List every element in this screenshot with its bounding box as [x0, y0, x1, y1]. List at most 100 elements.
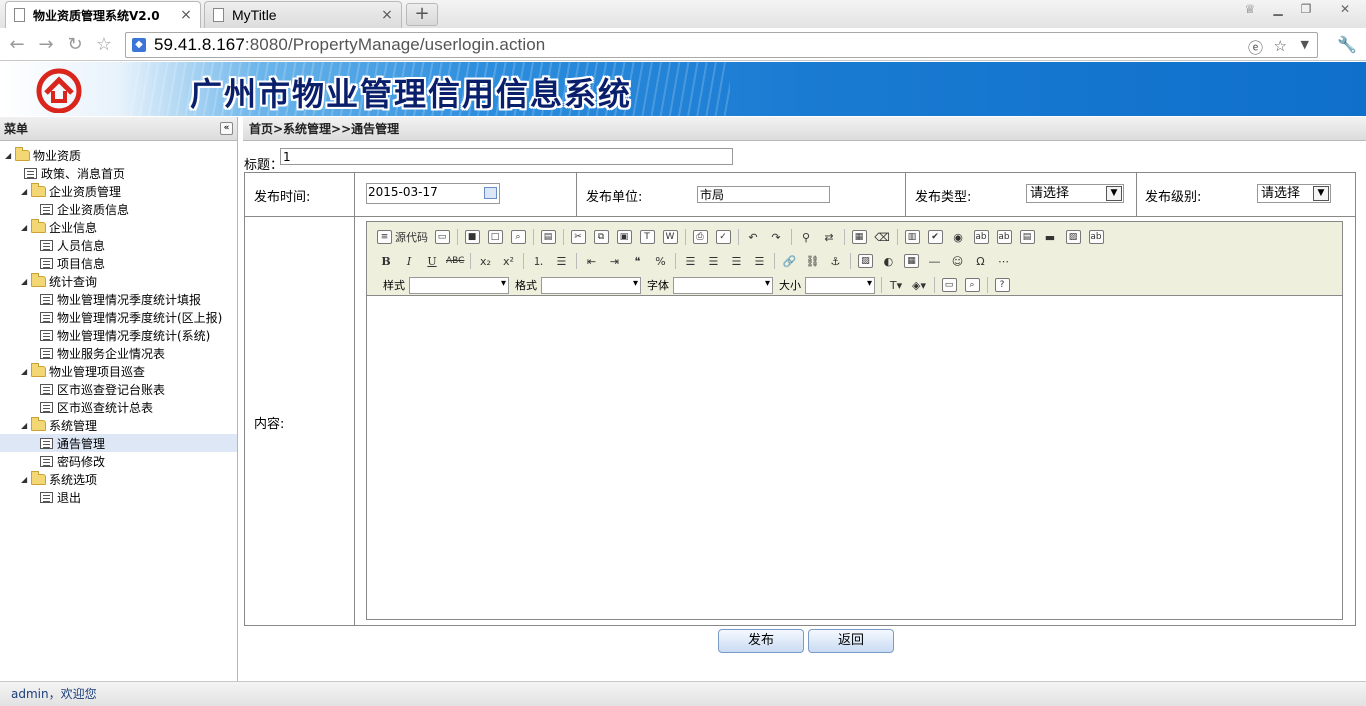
reload-icon[interactable]: ↻: [64, 34, 86, 56]
tree-item[interactable]: 通告管理: [0, 434, 237, 452]
expand-arrow-icon[interactable]: ◢: [21, 277, 31, 286]
page-break-icon[interactable]: ⋯: [994, 252, 1012, 270]
bullet-list-icon[interactable]: ☰: [552, 252, 570, 270]
tab-active[interactable]: 物业资质管理系统V2.0 ×: [5, 1, 201, 28]
size-select[interactable]: [805, 276, 875, 294]
new-tab-button[interactable]: +: [406, 3, 438, 26]
indent-icon[interactable]: ⇥: [605, 252, 623, 270]
expand-arrow-icon[interactable]: ◢: [21, 421, 31, 430]
tree-item[interactable]: 区市巡查登记台账表: [0, 380, 237, 398]
calendar-icon[interactable]: [484, 187, 497, 199]
tree-item[interactable]: 物业管理情况季度统计(系统): [0, 326, 237, 344]
collapse-icon[interactable]: «: [220, 122, 233, 135]
outdent-icon[interactable]: ⇤: [582, 252, 600, 270]
blockquote-icon[interactable]: ❝: [628, 252, 646, 270]
hidden-field-icon[interactable]: ab: [1087, 228, 1105, 246]
back-button[interactable]: 返回: [808, 629, 894, 653]
wrench-icon[interactable]: 🔧: [1332, 34, 1362, 56]
title-input[interactable]: [280, 148, 733, 165]
tree-item[interactable]: 人员信息: [0, 236, 237, 254]
paste-icon[interactable]: ▣: [615, 228, 633, 246]
button-field-icon[interactable]: ▬: [1041, 228, 1059, 246]
font-select[interactable]: [673, 276, 773, 294]
text-color-icon[interactable]: T▾: [887, 276, 905, 294]
select-all-icon[interactable]: ▦: [850, 228, 868, 246]
publish-level-select[interactable]: 请选择 ▼: [1257, 184, 1331, 203]
underline-icon[interactable]: U: [423, 252, 441, 270]
tree-item[interactable]: 物业服务企业情况表: [0, 344, 237, 362]
div-icon[interactable]: %: [651, 252, 669, 270]
show-blocks-icon[interactable]: ⌕: [963, 276, 981, 294]
expand-arrow-icon[interactable]: ◢: [21, 367, 31, 376]
checkbox-icon[interactable]: ✔: [926, 228, 944, 246]
maximize-icon[interactable]: ▭: [940, 276, 958, 294]
restore-icon[interactable]: ❐: [1296, 2, 1316, 18]
tree-item[interactable]: 密码修改: [0, 452, 237, 470]
dropdown-icon[interactable]: ▼: [1301, 38, 1309, 51]
template-icon[interactable]: ▭: [433, 228, 451, 246]
tree-folder[interactable]: ◢ 物业资质: [0, 146, 237, 164]
replace-icon[interactable]: ⇄: [820, 228, 838, 246]
close-icon[interactable]: ×: [180, 7, 192, 23]
strike-icon[interactable]: ABC: [446, 252, 464, 270]
align-center-icon[interactable]: ☰: [704, 252, 722, 270]
anchor-icon[interactable]: ⚓: [826, 252, 844, 270]
preview-icon[interactable]: ⌕: [509, 228, 527, 246]
justify-icon[interactable]: ☰: [750, 252, 768, 270]
back-icon[interactable]: ←: [6, 34, 28, 56]
spellcheck-icon[interactable]: ✓: [714, 228, 732, 246]
print-icon[interactable]: ⎙: [691, 228, 709, 246]
help-icon[interactable]: ?: [993, 276, 1011, 294]
publish-unit-input[interactable]: [697, 186, 830, 203]
table-icon[interactable]: ▦: [902, 252, 920, 270]
subscript-icon[interactable]: x₂: [476, 252, 494, 270]
textfield-icon[interactable]: ab: [972, 228, 990, 246]
templates-icon[interactable]: ▤: [539, 228, 557, 246]
tree-folder[interactable]: ◢ 企业信息: [0, 218, 237, 236]
tree-folder[interactable]: ◢ 系统管理: [0, 416, 237, 434]
minimize-icon[interactable]: ▁: [1268, 2, 1288, 18]
textarea-icon[interactable]: ab: [995, 228, 1013, 246]
expand-arrow-icon[interactable]: ◢: [21, 475, 31, 484]
paste-text-icon[interactable]: T: [638, 228, 656, 246]
bg-color-icon[interactable]: ◈▾: [910, 276, 928, 294]
paste-word-icon[interactable]: W: [661, 228, 679, 246]
find-icon[interactable]: ⚲: [797, 228, 815, 246]
star-icon[interactable]: ☆: [93, 34, 115, 56]
cut-icon[interactable]: ✂: [569, 228, 587, 246]
tab-inactive[interactable]: MyTitle ×: [204, 1, 402, 28]
italic-icon[interactable]: I: [400, 252, 418, 270]
image-button-icon[interactable]: ▨: [1064, 228, 1082, 246]
tree-folder[interactable]: ◢ 系统选项: [0, 470, 237, 488]
remove-format-icon[interactable]: ⌫: [873, 228, 891, 246]
ordered-list-icon[interactable]: ⒈: [529, 252, 547, 270]
flash-icon[interactable]: ◐: [879, 252, 897, 270]
window-close-icon[interactable]: ✕: [1330, 2, 1360, 18]
unlink-icon[interactable]: ⛓: [803, 252, 821, 270]
superscript-icon[interactable]: x²: [499, 252, 517, 270]
form-icon[interactable]: ▥: [903, 228, 921, 246]
radio-icon[interactable]: ◉: [949, 228, 967, 246]
compat-icon[interactable]: ⓔ: [1248, 37, 1263, 58]
tree-item[interactable]: 项目信息: [0, 254, 237, 272]
expand-arrow-icon[interactable]: ◢: [21, 187, 31, 196]
forward-icon[interactable]: →: [35, 34, 57, 56]
shirt-icon[interactable]: ♕: [1240, 2, 1260, 18]
tree-item[interactable]: 区市巡查统计总表: [0, 398, 237, 416]
tree-folder[interactable]: ◢ 统计查询: [0, 272, 237, 290]
select-field-icon[interactable]: ▤: [1018, 228, 1036, 246]
address-bar[interactable]: ◆ 59.41.8.167:8080/PropertyManage/userlo…: [125, 32, 1318, 58]
copy-icon[interactable]: ⧉: [592, 228, 610, 246]
image-icon[interactable]: ▨: [856, 252, 874, 270]
source-button[interactable]: ≡ 源代码: [377, 228, 428, 246]
tree-item[interactable]: 企业资质信息: [0, 200, 237, 218]
undo-icon[interactable]: ↶: [744, 228, 762, 246]
tree-folder[interactable]: ◢ 物业管理项目巡查: [0, 362, 237, 380]
link-icon[interactable]: 🔗: [780, 252, 798, 270]
save-icon[interactable]: ■: [463, 228, 481, 246]
expand-arrow-icon[interactable]: ◢: [5, 151, 15, 160]
align-left-icon[interactable]: ☰: [681, 252, 699, 270]
publish-time-field[interactable]: 2015-03-17: [366, 183, 500, 204]
special-char-icon[interactable]: Ω: [971, 252, 989, 270]
style-select[interactable]: [409, 276, 509, 294]
